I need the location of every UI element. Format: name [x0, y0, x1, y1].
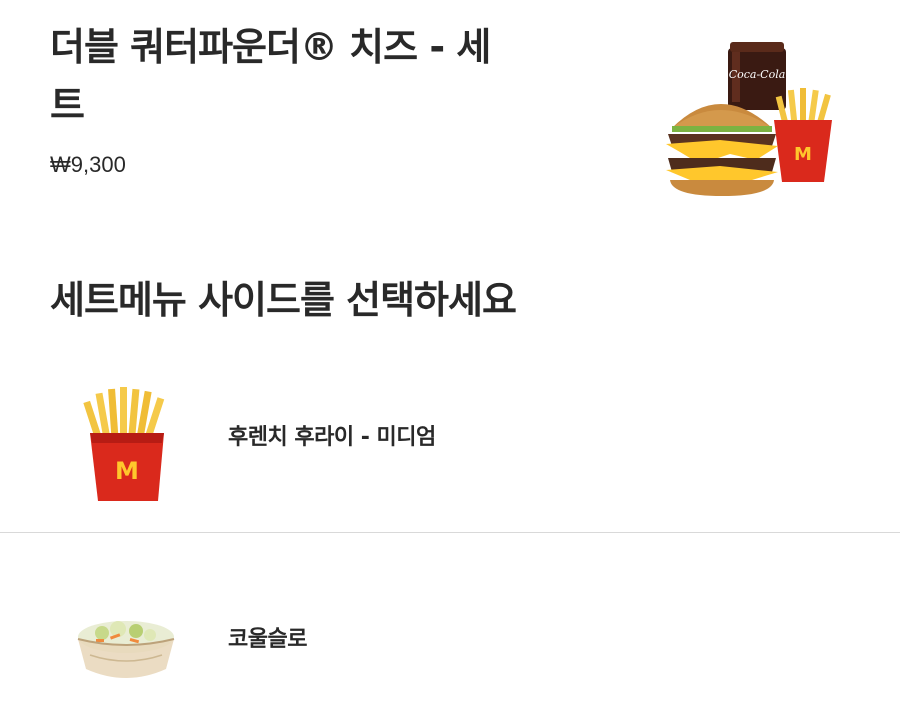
french-fries-icon: M [83, 387, 165, 501]
section-title: 세트메뉴 사이드를 선택하세요 [50, 278, 517, 322]
svg-text:M: M [794, 144, 812, 165]
side-option-french-fries[interactable]: M 후렌치 후라이 - 미디엄 [0, 375, 900, 533]
svg-text:M: M [115, 457, 139, 485]
side-option-label: 후렌치 후라이 - 미디엄 [228, 425, 436, 450]
divider [0, 532, 900, 533]
product-title: 더블 쿼터파운더® 치즈 - 세트 [50, 25, 491, 127]
set-meal-image: Coca-Cola M [666, 42, 832, 196]
side-option-label: 코울슬로 [228, 627, 307, 652]
product-header: 더블 쿼터파운더® 치즈 - 세트 ₩9,300 Coca-Cola M [0, 0, 900, 230]
side-option-coleslaw[interactable]: 코울슬로 [0, 535, 900, 719]
svg-text:Coca-Cola: Coca-Cola [729, 68, 786, 81]
coleslaw-icon [77, 621, 175, 678]
product-price: ₩9,300 [50, 152, 126, 177]
